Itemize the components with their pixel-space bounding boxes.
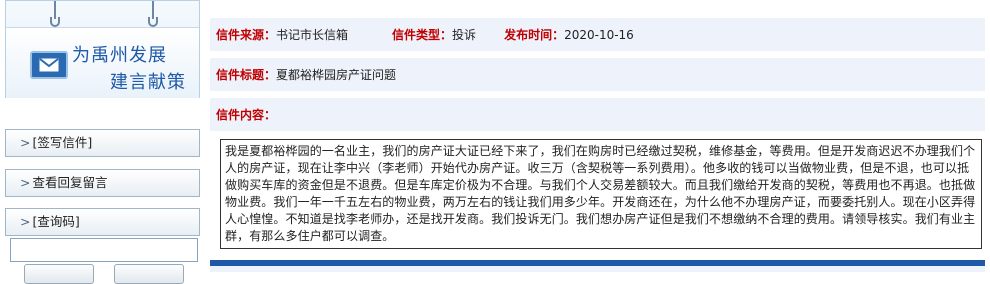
banner-title-line2: 建言献策: [110, 72, 186, 93]
query-submit-button[interactable]: [24, 264, 94, 284]
banner-hanger: [148, 1, 158, 27]
title-label: 信件标题：: [216, 68, 277, 82]
type-label: 信件类型：: [392, 28, 453, 42]
title-value: 夏都裕桦园房产证问题: [276, 68, 397, 82]
time-label: 发布时间：: [504, 28, 565, 42]
source-value: 书记市长信箱: [276, 28, 349, 42]
nav-label: 查看回复留言: [32, 175, 108, 190]
chevron-right-icon: >: [20, 214, 31, 229]
type-value: 投诉: [452, 28, 477, 42]
letter-detail: 信件来源：书记市长信箱 信件类型：投诉 发布时间：2020-10-16 信件标题：夏…: [210, 0, 990, 272]
letter-title-row: 信件标题：夏都裕桦园房产证问题: [210, 58, 985, 92]
query-code-input[interactable]: [10, 238, 198, 262]
letter-content-row: 信件内容：: [210, 98, 985, 132]
sidebar: 为禹州发展 建言献策 > [签写信件] > 查看回复留言 > [查询码]: [0, 0, 205, 284]
time-value: 2020-10-16: [564, 28, 634, 42]
banner-hanger: [50, 1, 60, 27]
letter-meta-row: 信件来源：书记市长信箱 信件类型：投诉 发布时间：2020-10-16: [210, 18, 985, 52]
nav-label: [签写信件]: [32, 135, 93, 150]
content-label: 信件内容：: [216, 108, 277, 122]
nav-label: [查询码]: [32, 214, 80, 229]
nav-view-replies[interactable]: > 查看回复留言: [5, 169, 200, 197]
source-label: 信件来源：: [216, 28, 277, 42]
envelope-icon: [30, 51, 68, 79]
reply-section-header: [210, 266, 985, 272]
letter-content-text: 我是夏都裕桦园的一名业主，我们的房产证大证已经下来了，我们在购房时已经缴过契税，…: [220, 139, 982, 249]
query-reset-button[interactable]: [114, 264, 184, 284]
chevron-right-icon: >: [20, 175, 31, 190]
nav-write-letter[interactable]: > [签写信件]: [5, 129, 200, 157]
nav-query-code[interactable]: > [查询码]: [5, 208, 200, 236]
chevron-right-icon: >: [20, 135, 31, 150]
banner-title-line1: 为禹州发展: [72, 45, 167, 66]
mailbox-banner: 为禹州发展 建言献策: [5, 0, 200, 98]
